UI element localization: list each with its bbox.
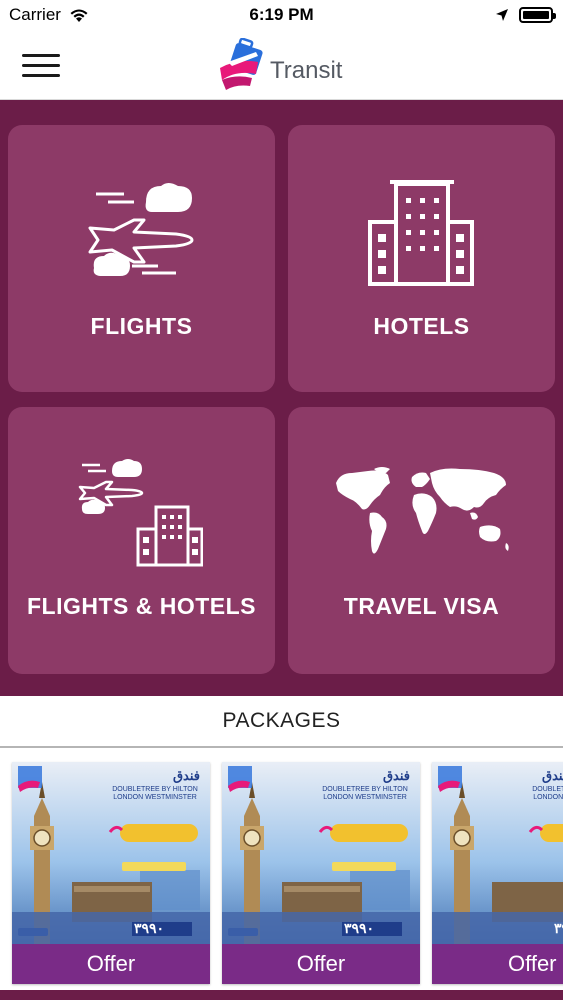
tile-hotels-label: HOTELS <box>373 313 470 339</box>
package-hotel-ar: فندق <box>382 768 410 783</box>
location-arrow-icon <box>496 9 508 21</box>
package-hotel-en: DOUBLETREE BY HILTON LONDON WESTMINSTER <box>322 786 408 801</box>
package-image: فندق DOUBLETREE BY HILTON LONDON WESTMIN… <box>222 762 420 944</box>
bottom-strip <box>0 990 563 1000</box>
package-price: ٣٩٩٠ <box>554 920 563 936</box>
package-price: ٣٩٩٠ <box>344 920 375 936</box>
menu-line <box>22 54 60 57</box>
wifi-icon <box>70 9 88 22</box>
package-card[interactable]: فندق DOUBLETREE BY HILTON LONDON WESTMIN… <box>12 762 210 984</box>
package-card[interactable]: فندق DOUBLETREE BY HILTON LONDON WESTMIN… <box>432 762 563 984</box>
plane-clouds-icon <box>88 183 194 276</box>
world-map-icon <box>336 467 509 554</box>
brand-logo: Transit <box>218 38 342 94</box>
package-hotel-ar: فندق <box>542 768 563 783</box>
menu-line <box>22 74 60 77</box>
carrier-label: Carrier <box>9 5 61 24</box>
tile-hotels[interactable]: HOTELS <box>288 125 555 392</box>
status-right <box>495 7 556 23</box>
packages-header: PACKAGES <box>0 696 563 748</box>
offer-button[interactable]: Offer <box>432 944 563 984</box>
packages-carousel[interactable]: فندق DOUBLETREE BY HILTON LONDON WESTMIN… <box>0 750 563 1000</box>
tile-travel-visa[interactable]: TRAVEL VISA <box>288 407 555 674</box>
status-bar: Carrier 6:19 PM <box>0 0 563 30</box>
menu-line <box>22 64 60 67</box>
battery-icon <box>519 7 556 23</box>
package-hotel-ar: فندق <box>172 768 200 783</box>
offer-button[interactable]: Offer <box>12 944 210 984</box>
app-name: Transit <box>270 57 343 84</box>
status-left: Carrier <box>9 5 89 25</box>
tile-flights-label: FLIGHTS <box>90 313 193 339</box>
service-tiles: FLIGHTS HOTELS FLIGHTS & HOTELS TRAVEL V… <box>0 100 563 696</box>
plane-hotel-icon <box>78 459 203 567</box>
hotel-building-icon <box>368 180 474 286</box>
tile-travel-visa-label: TRAVEL VISA <box>343 593 500 619</box>
offer-button[interactable]: Offer <box>222 944 420 984</box>
package-hotel-en: DOUBLETREE BY HILTON LONDON WESTMINSTER <box>532 786 563 801</box>
tile-flights-hotels-label: FLIGHTS & HOTELS <box>26 593 257 619</box>
package-image: فندق DOUBLETREE BY HILTON LONDON WESTMIN… <box>432 762 563 944</box>
package-hotel-en: DOUBLETREE BY HILTON LONDON WESTMINSTER <box>112 786 198 801</box>
package-price: ٣٩٩٠ <box>134 920 165 936</box>
tile-flights[interactable]: FLIGHTS <box>8 125 275 392</box>
package-card[interactable]: فندق DOUBLETREE BY HILTON LONDON WESTMIN… <box>222 762 420 984</box>
nav-bar: Transit <box>0 30 563 100</box>
hamburger-menu-button[interactable] <box>22 52 60 80</box>
tile-flights-hotels[interactable]: FLIGHTS & HOTELS <box>8 407 275 674</box>
suitcase-logo-icon <box>220 38 263 90</box>
package-image: فندق DOUBLETREE BY HILTON LONDON WESTMIN… <box>12 762 210 944</box>
